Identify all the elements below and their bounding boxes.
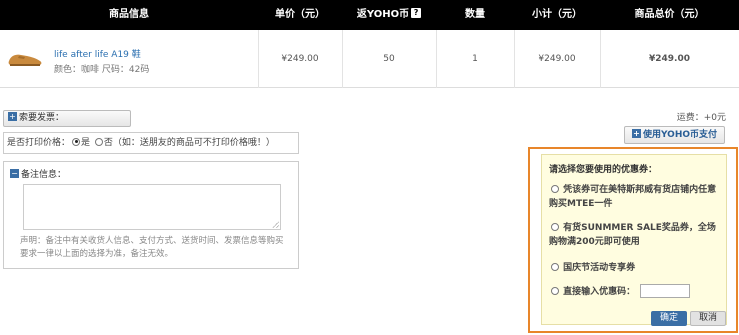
coin-value: 50 bbox=[383, 54, 395, 64]
note-section: − 备注信息： 声明：备注中有关收货人信息、支付方式、送货时间、发票信息等购买要求… bbox=[3, 161, 299, 269]
coupon-code-input[interactable] bbox=[640, 283, 691, 298]
shipping-fee: 运费：+0元 bbox=[676, 113, 726, 123]
resize-grip-icon[interactable] bbox=[272, 221, 279, 228]
print-yes-radio[interactable] bbox=[72, 137, 81, 146]
coupon-option[interactable]: 有货SUNMMER SALE奖品券，全场购物满200元即可使用 bbox=[549, 221, 724, 249]
col-yoho-coin-label: 返YOHO币 bbox=[356, 9, 410, 20]
coupon-radio[interactable] bbox=[551, 222, 559, 231]
col-total: 商品总价（元） bbox=[634, 9, 705, 20]
print-price-row: 是否打印价格： 是 否（如：送朋友的商品可不打印价格哦！） bbox=[3, 132, 299, 154]
coupon-option[interactable]: 凭该券可在美特斯邦威有货店铺内任意购买MTEE一件 bbox=[549, 183, 724, 211]
coupon-title: 请选择您要使用的优惠券： bbox=[549, 165, 658, 175]
product-meta: 颜色：咖啡 尺码：42码 bbox=[54, 65, 150, 75]
plus-icon: + bbox=[631, 129, 641, 138]
col-product-info: 商品信息 bbox=[109, 9, 149, 20]
col-yoho-coin: 返YOHO币? bbox=[342, 0, 436, 30]
quantity-value: 1 bbox=[472, 54, 478, 64]
plus-icon: + bbox=[8, 112, 17, 121]
print-no-radio[interactable] bbox=[94, 137, 103, 146]
coupon-option-label: 国庆节活动专享券 bbox=[563, 263, 636, 273]
shoe-thumbnail[interactable] bbox=[7, 47, 43, 69]
coupon-code-row: 直接输入优惠码： bbox=[549, 283, 724, 299]
col-quantity: 数量 bbox=[465, 9, 485, 20]
coupon-box: 请选择您要使用的优惠券： 凭该券可在美特斯邦威有货店铺内任意购买MTEE一件 有… bbox=[541, 154, 727, 326]
coupon-radio[interactable] bbox=[551, 262, 559, 271]
request-invoice-button[interactable]: + 索要发票： bbox=[3, 110, 131, 127]
cancel-button[interactable]: 取消 bbox=[690, 311, 726, 326]
yoho-coin-pay-button[interactable]: + 使用YOHO币支付 bbox=[624, 126, 725, 144]
col-unit-price: 单价（元） bbox=[275, 9, 325, 20]
product-name-link[interactable]: life after life A19 鞋 bbox=[54, 47, 141, 60]
minus-icon: − bbox=[10, 169, 19, 178]
note-disclaimer: 声明：备注中有关收货人信息、支付方式、送货时间、发票信息等购买要求一律以上面的选… bbox=[20, 236, 284, 259]
print-price-label: 是否打印价格： bbox=[7, 138, 71, 148]
coupon-code-radio[interactable] bbox=[551, 286, 559, 295]
help-icon[interactable]: ? bbox=[411, 8, 422, 18]
col-subtotal: 小计（元） bbox=[532, 9, 582, 20]
table-row: life after life A19 鞋 颜色：咖啡 尺码：42码 ¥249.… bbox=[0, 30, 739, 88]
note-title[interactable]: − 备注信息： bbox=[10, 167, 66, 180]
coupon-code-label: 直接输入优惠码： bbox=[563, 287, 636, 297]
coupon-panel: 请选择您要使用的优惠券： 凭该券可在美特斯邦威有货店铺内任意购买MTEE一件 有… bbox=[528, 147, 738, 333]
coupon-option-label: 凭该券可在美特斯邦威有货店铺内任意购买MTEE一件 bbox=[549, 185, 717, 209]
unit-price-value: ¥249.00 bbox=[281, 54, 319, 64]
coupon-option[interactable]: 国庆节活动专享券 bbox=[549, 261, 724, 275]
note-title-label: 备注信息： bbox=[21, 170, 67, 180]
subtotal-value: ¥249.00 bbox=[538, 54, 576, 64]
yoho-pay-label: 使用YOHO币支付 bbox=[642, 130, 718, 140]
note-textarea[interactable] bbox=[23, 184, 281, 230]
confirm-button[interactable]: 确定 bbox=[651, 311, 687, 326]
coupon-radio[interactable] bbox=[551, 184, 559, 193]
invoice-label: 索要发票： bbox=[19, 113, 65, 123]
print-no-label[interactable]: 否（如：送朋友的商品可不打印价格哦！） bbox=[104, 138, 275, 148]
coupon-option-label: 有货SUNMMER SALE奖品券，全场购物满200元即可使用 bbox=[549, 223, 716, 247]
print-yes-label[interactable]: 是 bbox=[81, 138, 90, 148]
total-value: ¥249.00 bbox=[649, 54, 690, 64]
cart-table-header: 商品信息 单价（元） 返YOHO币? 数量 小计（元） 商品总价（元） bbox=[0, 0, 739, 30]
